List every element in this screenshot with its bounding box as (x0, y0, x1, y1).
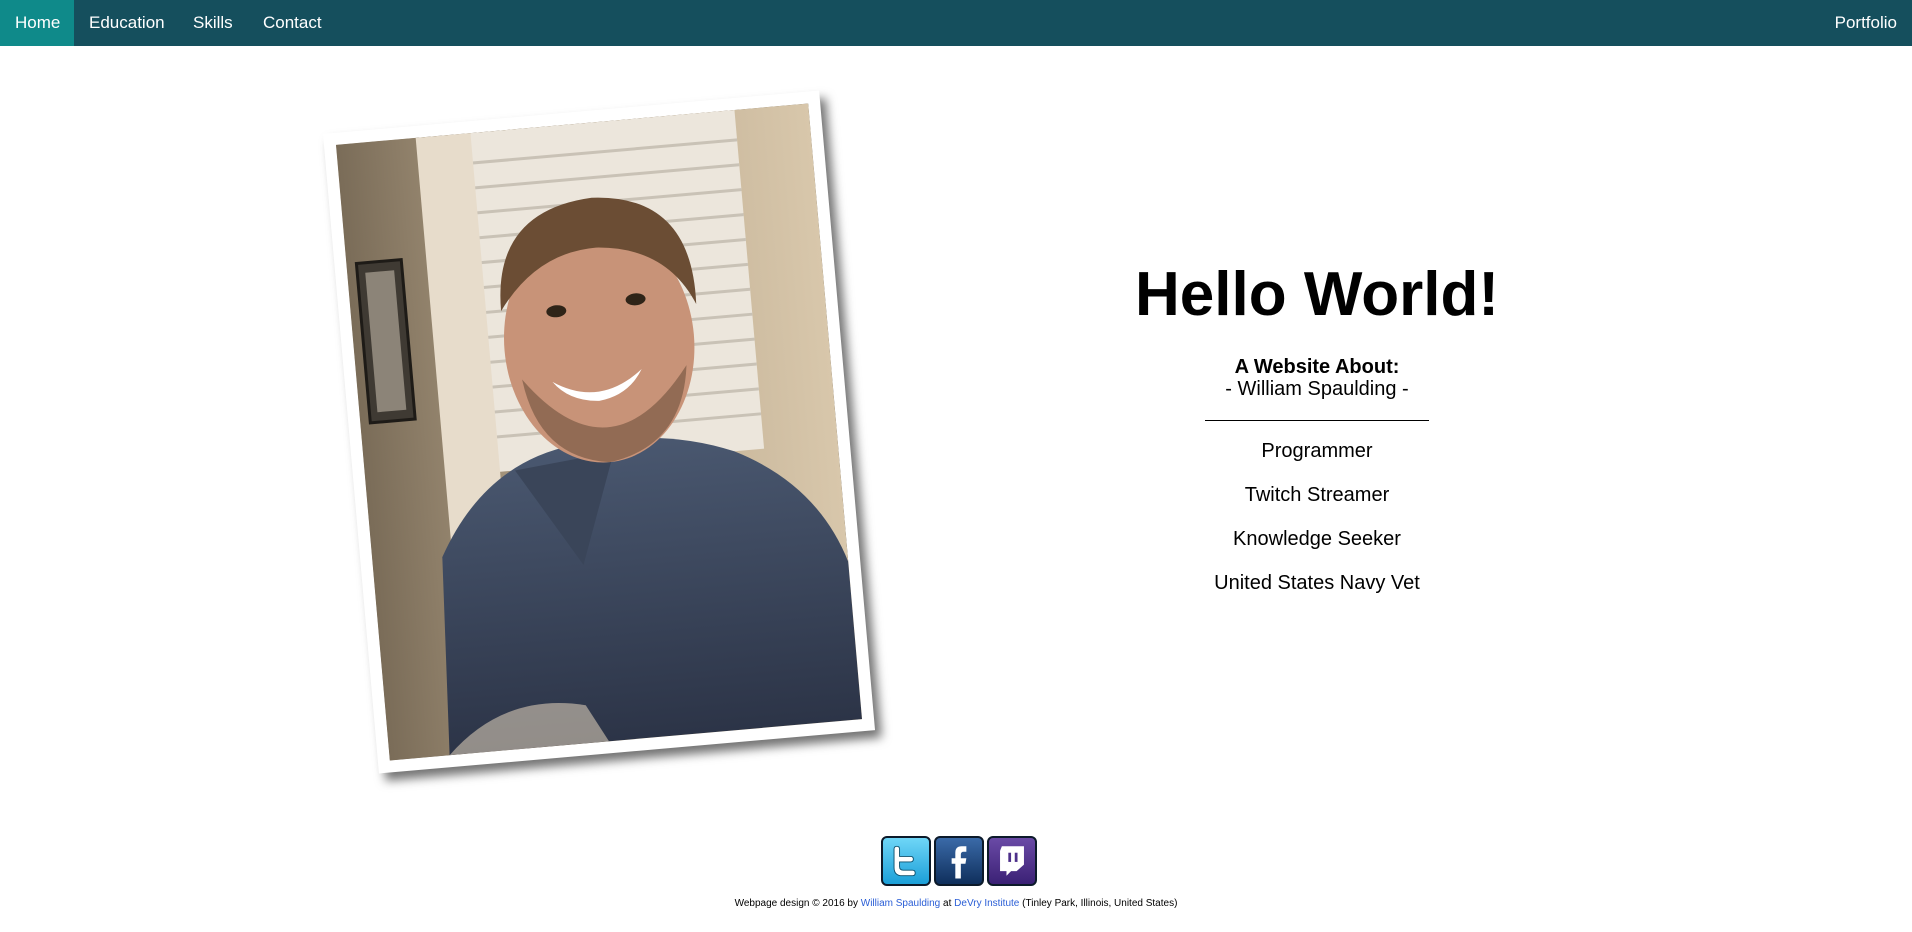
profile-photo (335, 103, 863, 761)
twitter-icon[interactable] (881, 836, 931, 886)
top-navigation-bar: Home Education Skills Contact Portfolio (0, 0, 1912, 46)
facebook-icon[interactable] (934, 836, 984, 886)
owner-name: - William Spaulding - (1225, 378, 1409, 400)
hero-title: Hello World! (1135, 260, 1499, 329)
nav-skills-link[interactable]: Skills (178, 0, 248, 46)
role-item-knowledge-seeker: Knowledge Seeker (1233, 528, 1401, 550)
role-item-navy-vet: United States Navy Vet (1214, 572, 1420, 594)
nav-education-link[interactable]: Education (74, 0, 180, 46)
role-item-programmer: Programmer (1261, 440, 1373, 462)
nav-home-link[interactable]: Home (0, 0, 74, 46)
profile-photo-illustration (335, 103, 863, 761)
nav-contact-link[interactable]: Contact (248, 0, 337, 46)
footer-copyright-text: Webpage design © 2016 by (734, 898, 858, 909)
footer-at-text: at (943, 898, 952, 909)
footer: Webpage design © 2016 by William Spauldi… (0, 898, 1912, 909)
nav-portfolio-link[interactable]: Portfolio (1820, 0, 1912, 46)
footer-location-text: (Tinley Park, Illinois, United States) (1022, 898, 1178, 909)
divider-line (1205, 420, 1429, 421)
footer-school-link[interactable]: DeVry Institute (954, 898, 1019, 909)
twitch-icon[interactable] (987, 836, 1037, 886)
social-links (881, 836, 1041, 886)
hero-section: Hello World! A Website About: - William … (1117, 256, 1517, 615)
about-label: A Website About: (1234, 356, 1400, 378)
role-item-twitch-streamer: Twitch Streamer (1244, 484, 1390, 506)
profile-photo-frame (322, 90, 876, 774)
footer-author-link[interactable]: William Spaulding (861, 898, 940, 909)
